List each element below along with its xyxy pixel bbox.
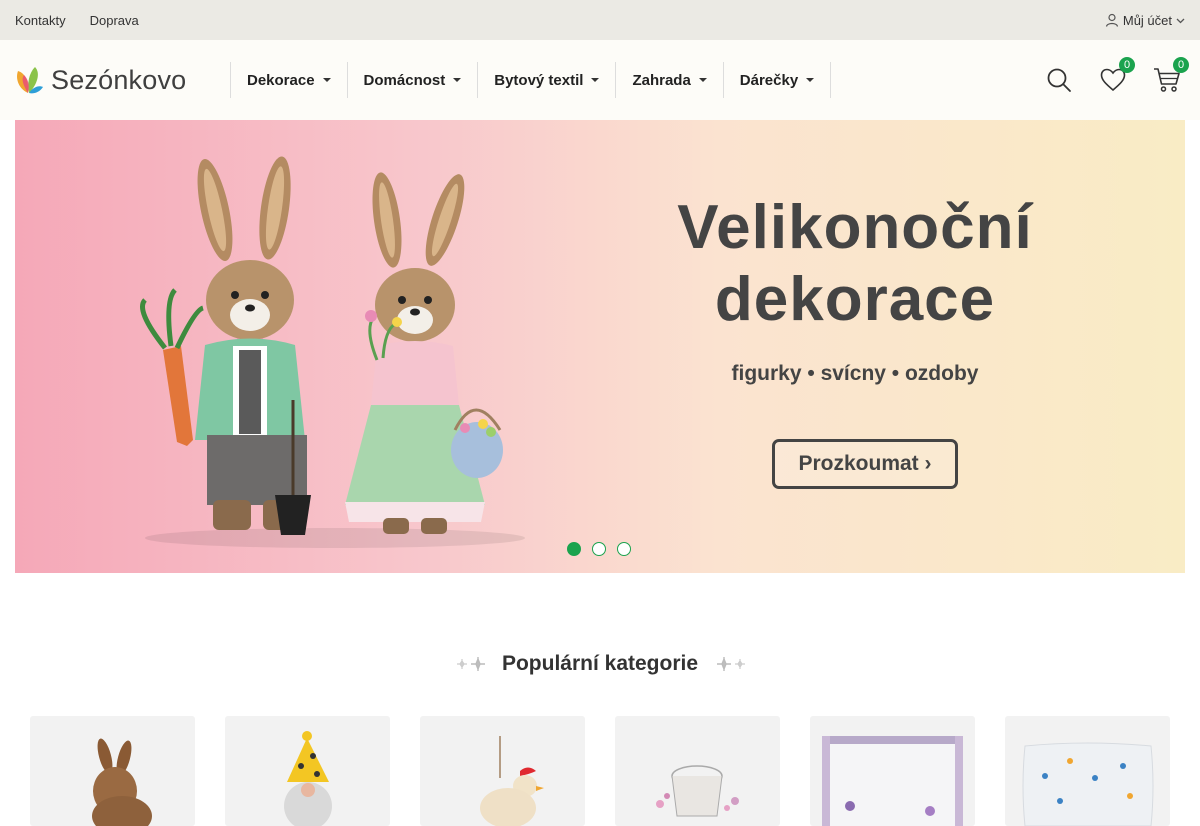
caret-down-icon [591, 78, 600, 82]
top-bar: Kontakty Doprava Můj účet [0, 0, 1200, 40]
slider-dot-1[interactable] [567, 542, 581, 556]
shipping-link[interactable]: Doprava [90, 13, 139, 28]
hero-subtitle: figurky • svícny • ozdoby [731, 362, 979, 385]
category-card-rabbit[interactable] [30, 716, 195, 826]
bunny-left [140, 156, 311, 535]
cart-count-badge: 0 [1173, 57, 1189, 73]
slider-dot-2[interactable] [592, 542, 606, 556]
nav-item-dekorace[interactable]: Dekorace [231, 62, 348, 98]
category-card-hen[interactable] [420, 716, 585, 826]
easter-bunnies-image [140, 156, 525, 548]
popular-categories-heading: Populární kategorie [0, 652, 1200, 676]
main-header: Sezónkovo Dekorace Domácnost Bytový text… [0, 40, 1200, 120]
category-card-candle[interactable] [615, 716, 780, 826]
hero-banner[interactable]: Velikonoční dekorace figurky • svícny • … [15, 120, 1185, 573]
sparkle-decoration-icon [456, 657, 485, 671]
hero-title-line2: dekorace [714, 265, 996, 334]
nav-label: Dárečky [739, 71, 799, 89]
nav-item-domacnost[interactable]: Domácnost [348, 62, 479, 98]
rabbit-figurine-image [92, 738, 152, 826]
slider-dots [567, 542, 631, 556]
category-cards [30, 716, 1170, 826]
section-title: Populární kategorie [501, 652, 699, 675]
top-links: Kontakty Doprava [15, 13, 139, 28]
user-icon [1105, 13, 1118, 27]
nav-item-bytovy-textil[interactable]: Bytový textil [478, 62, 617, 98]
candle-holder-image [656, 765, 739, 817]
bunny-right [345, 172, 503, 534]
wishlist-count-badge: 0 [1119, 57, 1135, 73]
search-button[interactable] [1045, 66, 1073, 94]
cart-button[interactable]: 0 [1153, 57, 1189, 94]
search-icon [1047, 68, 1071, 92]
caret-down-icon [322, 78, 331, 82]
header-icons: 0 0 [1045, 57, 1189, 94]
nav-item-zahrada[interactable]: Zahrada [616, 62, 724, 98]
nav-label: Zahrada [632, 71, 691, 89]
slider-dot-3[interactable] [617, 542, 631, 556]
logo-text: Sezónkovo [51, 64, 187, 95]
category-card-gnome[interactable] [225, 716, 390, 826]
caret-down-icon [453, 78, 462, 82]
nav-label: Dekorace [247, 71, 315, 89]
hero-title-line1: Velikonoční [677, 193, 1033, 262]
main-nav: Dekorace Domácnost Bytový textil Zahrada… [230, 62, 832, 98]
account-label: Můj účet [1122, 12, 1172, 28]
hen-ornament-image [480, 736, 544, 826]
category-card-pillow[interactable] [1005, 716, 1170, 826]
nav-label: Bytový textil [494, 71, 584, 89]
nav-item-darecky[interactable]: Dárečky [724, 62, 832, 98]
leaf-logo-icon [17, 67, 43, 94]
nav-label: Domácnost [363, 71, 446, 89]
caret-down-icon [698, 78, 707, 82]
logo[interactable]: Sezónkovo [15, 65, 230, 96]
chevron-down-icon [1176, 18, 1185, 23]
explore-button[interactable]: Prozkoumat › [772, 439, 958, 489]
hero-title: Velikonoční dekorace [655, 192, 1055, 336]
category-card-tablecloth[interactable] [810, 716, 975, 826]
pillow-image [1022, 742, 1154, 826]
tablecloth-image [822, 736, 963, 826]
sparkle-decoration-icon [717, 657, 746, 671]
account-menu[interactable]: Můj účet [1105, 13, 1185, 28]
gnome-figurine-image [284, 731, 332, 826]
wishlist-button[interactable]: 0 [1099, 57, 1135, 94]
caret-down-icon [806, 78, 815, 82]
contacts-link[interactable]: Kontakty [15, 13, 66, 28]
